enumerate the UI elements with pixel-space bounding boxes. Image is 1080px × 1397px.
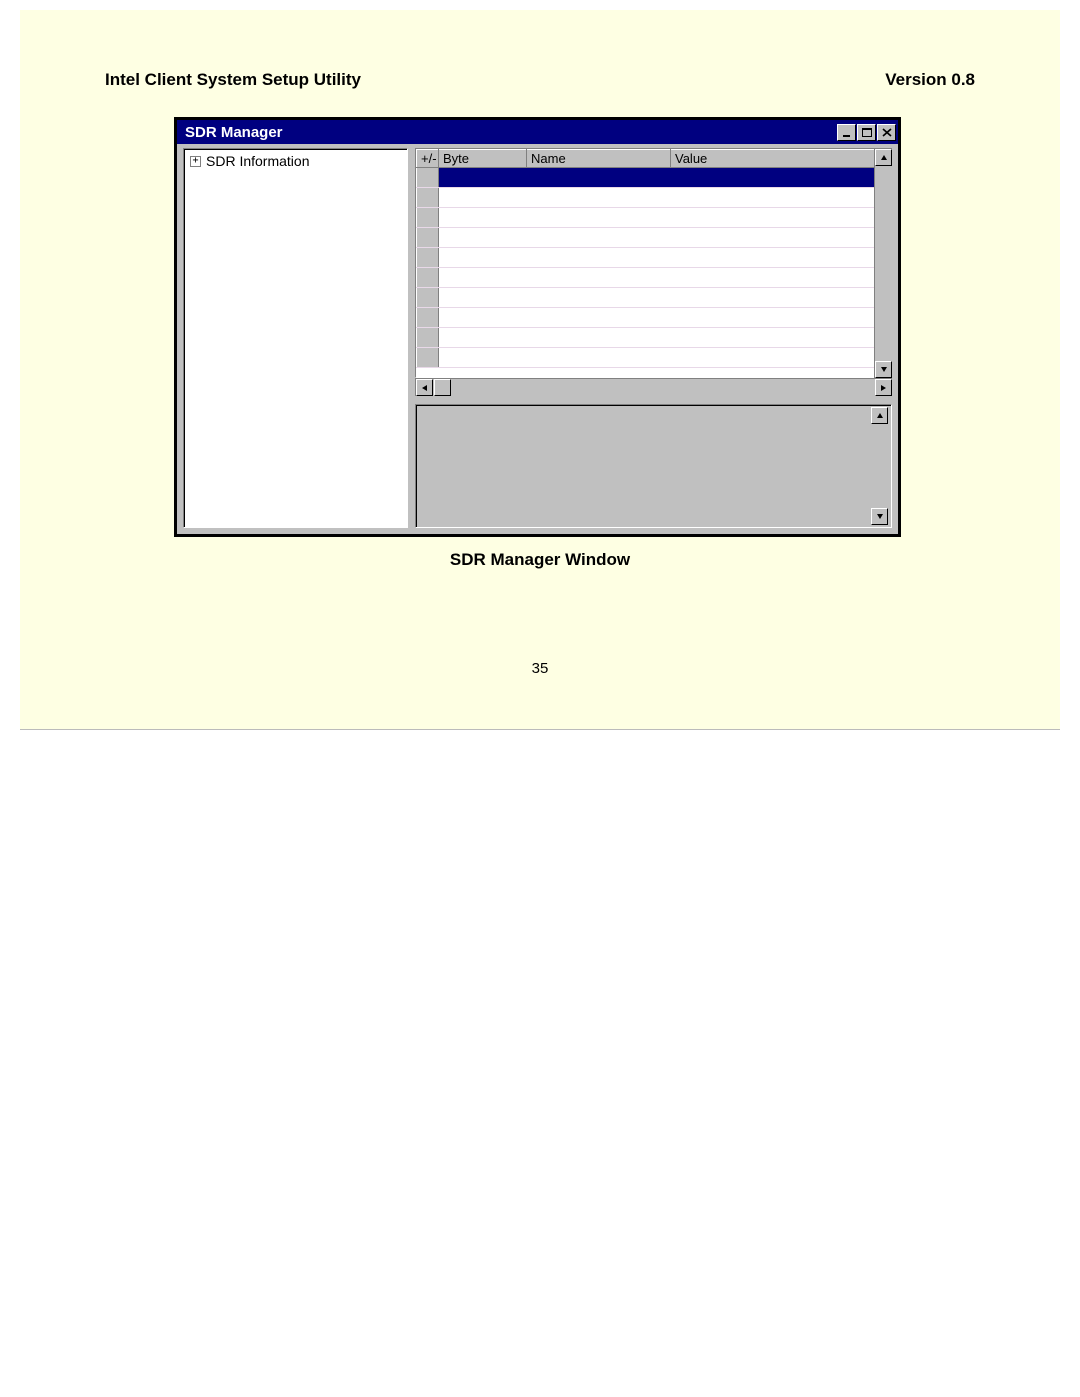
cell-name[interactable]	[527, 168, 671, 188]
arrow-up-icon	[876, 412, 884, 419]
window-body: + SDR Information +/-	[183, 148, 892, 528]
table-row[interactable]	[417, 268, 891, 288]
minimize-button[interactable]	[837, 124, 856, 141]
cell-value[interactable]	[671, 348, 891, 368]
document-area: Intel Client System Setup Utility Versio…	[20, 10, 1060, 730]
cell-name[interactable]	[527, 248, 671, 268]
cell-name[interactable]	[527, 348, 671, 368]
tree-root-row[interactable]: + SDR Information	[190, 153, 401, 169]
arrow-down-icon	[876, 513, 884, 520]
table-row[interactable]	[417, 228, 891, 248]
cell-value[interactable]	[671, 168, 891, 188]
cell-byte[interactable]	[439, 168, 527, 188]
figure-caption: SDR Manager Window	[20, 550, 1060, 570]
table-row[interactable]	[417, 188, 891, 208]
cell-byte[interactable]	[439, 328, 527, 348]
doc-version: Version 0.8	[885, 70, 975, 90]
row-header[interactable]	[417, 268, 439, 288]
scrollbar-thumb[interactable]	[434, 379, 451, 396]
tree-root-label: SDR Information	[206, 153, 309, 169]
detail-scroll-up-button[interactable]	[871, 407, 888, 424]
col-header-byte[interactable]: Byte	[439, 150, 527, 168]
cell-byte[interactable]	[439, 288, 527, 308]
maximize-button[interactable]	[857, 124, 876, 141]
document-header: Intel Client System Setup Utility Versio…	[105, 70, 975, 90]
cell-name[interactable]	[527, 308, 671, 328]
arrow-left-icon	[421, 384, 428, 392]
scroll-up-button[interactable]	[875, 149, 892, 166]
detail-panel[interactable]	[415, 404, 892, 528]
cell-value[interactable]	[671, 308, 891, 328]
detail-scroll-down-button[interactable]	[871, 508, 888, 525]
cell-byte[interactable]	[439, 308, 527, 328]
minimize-icon	[842, 128, 852, 137]
arrow-right-icon	[880, 384, 887, 392]
row-header[interactable]	[417, 188, 439, 208]
scroll-right-button[interactable]	[875, 379, 892, 396]
col-header-plus-minus[interactable]: +/-	[417, 150, 439, 168]
table-row[interactable]	[417, 288, 891, 308]
cell-value[interactable]	[671, 188, 891, 208]
doc-title: Intel Client System Setup Utility	[105, 70, 361, 90]
row-header[interactable]	[417, 208, 439, 228]
data-table: +/- Byte Name Value	[416, 149, 891, 368]
sdr-manager-window: SDR Manager + SDR Information	[174, 117, 901, 537]
cell-byte[interactable]	[439, 208, 527, 228]
window-title: SDR Manager	[185, 124, 283, 141]
window-titlebar[interactable]: SDR Manager	[177, 120, 898, 144]
cell-value[interactable]	[671, 268, 891, 288]
maximize-icon	[862, 128, 872, 137]
cell-value[interactable]	[671, 328, 891, 348]
grid-vertical-scrollbar[interactable]	[874, 148, 892, 378]
row-header[interactable]	[417, 288, 439, 308]
table-row[interactable]	[417, 248, 891, 268]
expand-icon[interactable]: +	[190, 156, 201, 167]
table-row[interactable]	[417, 328, 891, 348]
row-header[interactable]	[417, 328, 439, 348]
cell-byte[interactable]	[439, 188, 527, 208]
arrow-up-icon	[880, 154, 888, 161]
detail-vertical-scrollbar[interactable]	[871, 407, 889, 525]
cell-byte[interactable]	[439, 228, 527, 248]
cell-name[interactable]	[527, 288, 671, 308]
tree-panel[interactable]: + SDR Information	[183, 148, 408, 528]
cell-value[interactable]	[671, 248, 891, 268]
cell-value[interactable]	[671, 228, 891, 248]
scroll-left-button[interactable]	[416, 379, 433, 396]
table-row[interactable]	[417, 348, 891, 368]
data-grid[interactable]: +/- Byte Name Value	[415, 148, 892, 378]
arrow-down-icon	[880, 366, 888, 373]
page: Intel Client System Setup Utility Versio…	[0, 0, 1080, 1397]
col-header-value[interactable]: Value	[671, 150, 891, 168]
col-header-name[interactable]: Name	[527, 150, 671, 168]
page-number: 35	[20, 660, 1060, 677]
row-header[interactable]	[417, 228, 439, 248]
cell-value[interactable]	[671, 208, 891, 228]
cell-byte[interactable]	[439, 268, 527, 288]
cell-byte[interactable]	[439, 348, 527, 368]
table-row[interactable]	[417, 168, 891, 188]
cell-byte[interactable]	[439, 248, 527, 268]
grid-horizontal-scrollbar[interactable]	[415, 378, 892, 396]
scroll-down-button[interactable]	[875, 361, 892, 378]
close-icon	[882, 128, 892, 137]
cell-name[interactable]	[527, 268, 671, 288]
grid-panel: +/- Byte Name Value	[415, 148, 892, 396]
cell-value[interactable]	[671, 288, 891, 308]
row-header[interactable]	[417, 308, 439, 328]
row-header[interactable]	[417, 348, 439, 368]
cell-name[interactable]	[527, 188, 671, 208]
row-header[interactable]	[417, 168, 439, 188]
cell-name[interactable]	[527, 228, 671, 248]
close-button[interactable]	[877, 124, 896, 141]
table-row[interactable]	[417, 208, 891, 228]
row-header[interactable]	[417, 248, 439, 268]
cell-name[interactable]	[527, 328, 671, 348]
table-row[interactable]	[417, 308, 891, 328]
cell-name[interactable]	[527, 208, 671, 228]
